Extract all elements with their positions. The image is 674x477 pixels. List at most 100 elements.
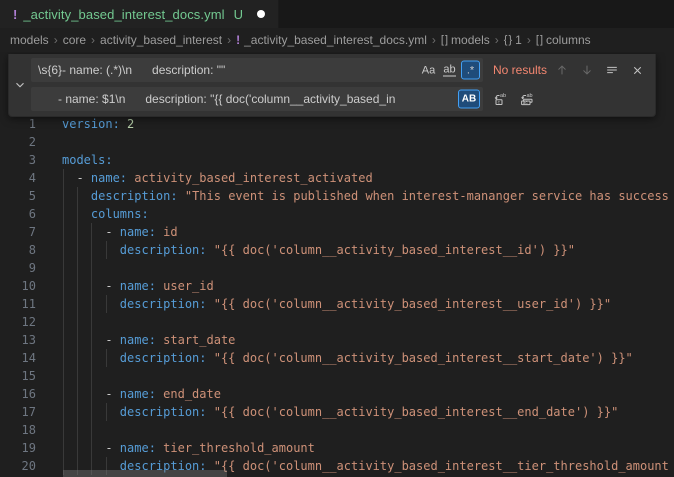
indent-guide [77, 439, 78, 457]
line-number: 18 [0, 421, 36, 439]
previous-match-button[interactable] [552, 60, 572, 80]
indent-guide [77, 241, 78, 259]
replace-all-button[interactable]: ab ac [517, 89, 537, 109]
code-token: columns: [91, 207, 149, 221]
indent-guide [77, 205, 78, 223]
line-number: 19 [0, 439, 36, 457]
line-number: 5 [0, 187, 36, 205]
replace-input-container: AB [31, 87, 483, 111]
code-line[interactable]: 10 - name: user_id [0, 277, 674, 295]
code-line[interactable]: 2 [0, 133, 674, 151]
code-token: version: [62, 117, 120, 131]
find-in-selection-button[interactable] [602, 60, 622, 80]
line-number: 16 [0, 385, 36, 403]
code-line[interactable]: 1version: 2 [0, 115, 674, 133]
indent-guide [91, 313, 92, 331]
indent-guide [91, 259, 92, 277]
indent-guide [91, 403, 92, 421]
breadcrumb-item-1[interactable]: { }1 [504, 33, 522, 47]
indent-guide [77, 277, 78, 295]
replace-icon: ab c [493, 91, 509, 107]
code-line[interactable]: 15 [0, 367, 674, 385]
find-input[interactable] [31, 58, 483, 82]
code-line[interactable]: 9 [0, 259, 674, 277]
breadcrumb-label: models [451, 33, 490, 47]
breadcrumb-item-core[interactable]: core [63, 33, 86, 47]
tab-active-file[interactable]: ! _activity_based_interest_docs.yml U [0, 0, 279, 28]
indent-guide [63, 295, 64, 313]
svg-text:ac: ac [523, 100, 529, 105]
breadcrumb-separator-icon: › [495, 33, 499, 47]
code-line[interactable]: 6 columns: [0, 205, 674, 223]
code-token: description: [91, 189, 178, 203]
line-number: 3 [0, 151, 36, 169]
code-token: "{{ doc('column__activity_based_interest… [214, 243, 575, 257]
code-token: "This event is published when interest-m… [185, 189, 669, 203]
code-token: name: [120, 279, 156, 293]
close-find-button[interactable] [627, 60, 647, 80]
replace-input[interactable] [31, 87, 483, 111]
code-line[interactable]: 16 - name: end_date [0, 385, 674, 403]
yaml-file-icon: ! [236, 33, 240, 47]
preserve-case-button[interactable]: AB [458, 90, 480, 109]
code-line[interactable]: 18 [0, 421, 674, 439]
indent-guide [63, 313, 64, 331]
toggle-replace-button[interactable] [9, 54, 31, 116]
code-line[interactable]: 14 description: "{{ doc('column__activit… [0, 349, 674, 367]
symbol-icon: { } [504, 34, 511, 46]
code-line[interactable]: 7 - name: id [0, 223, 674, 241]
modified-dot[interactable] [257, 10, 265, 18]
find-input-container: Aa ab .* [31, 58, 483, 82]
indent-guide [63, 277, 64, 295]
indent-guide [91, 295, 92, 313]
editor[interactable]: Aa ab .* No results [0, 52, 674, 477]
breadcrumb-item-_activity_based_interest_docs-yml[interactable]: !_activity_based_interest_docs.yml [236, 33, 427, 47]
code-line[interactable]: 8 description: "{{ doc('column__activity… [0, 241, 674, 259]
next-match-button[interactable] [577, 60, 597, 80]
code-token [207, 351, 214, 365]
indent-guide [91, 349, 92, 367]
horizontal-scrollbar[interactable] [63, 470, 227, 477]
replace-button[interactable]: ab c [491, 89, 511, 109]
code-line[interactable]: 13 - name: start_date [0, 331, 674, 349]
code-line[interactable]: 19 - name: tier_threshold_amount [0, 439, 674, 457]
code-line[interactable]: 11 description: "{{ doc('column__activit… [0, 295, 674, 313]
whole-word-button[interactable]: ab [440, 61, 459, 80]
code-token [207, 297, 214, 311]
code-token: activity_based_interest_activated [134, 171, 372, 185]
code-line[interactable]: 17 description: "{{ doc('column__activit… [0, 403, 674, 421]
indent-guide [77, 349, 78, 367]
breadcrumb-label: models [10, 33, 49, 47]
indent-guide [77, 403, 78, 421]
code-line[interactable]: 5 description: "This event is published … [0, 187, 674, 205]
code-token: - [62, 171, 91, 185]
code-area[interactable]: 1version: 223models:4 - name: activity_b… [0, 115, 674, 475]
code-token: name: [120, 441, 156, 455]
indent-guide [77, 331, 78, 349]
indent-guide [63, 331, 64, 349]
breadcrumb-item-models[interactable]: [ ]models [441, 33, 490, 47]
breadcrumb-item-activity_based_interest[interactable]: activity_based_interest [100, 33, 222, 47]
breadcrumb-item-models[interactable]: models [10, 33, 49, 47]
code-token: name: [120, 333, 156, 347]
selection-icon [605, 63, 619, 77]
code-line[interactable]: 4 - name: activity_based_interest_activa… [0, 169, 674, 187]
indent-guide [77, 187, 78, 205]
indent-guide [91, 277, 92, 295]
indent-guide [77, 313, 78, 331]
indent-guide [91, 385, 92, 403]
breadcrumb-label: activity_based_interest [100, 33, 222, 47]
line-number: 14 [0, 349, 36, 367]
indent-guide [63, 169, 64, 187]
match-case-button[interactable]: Aa [419, 61, 438, 80]
code-line[interactable]: 12 [0, 313, 674, 331]
breadcrumb-item-columns[interactable]: [ ]columns [536, 33, 591, 47]
line-number: 13 [0, 331, 36, 349]
indent-guide [63, 241, 64, 259]
code-line[interactable]: 3models: [0, 151, 674, 169]
code-token: tier_threshold_amount [163, 441, 315, 455]
svg-text:ab: ab [500, 93, 506, 99]
indent-guide [63, 403, 64, 421]
regex-button[interactable]: .* [461, 61, 480, 80]
breadcrumb-separator-icon: › [432, 33, 436, 47]
